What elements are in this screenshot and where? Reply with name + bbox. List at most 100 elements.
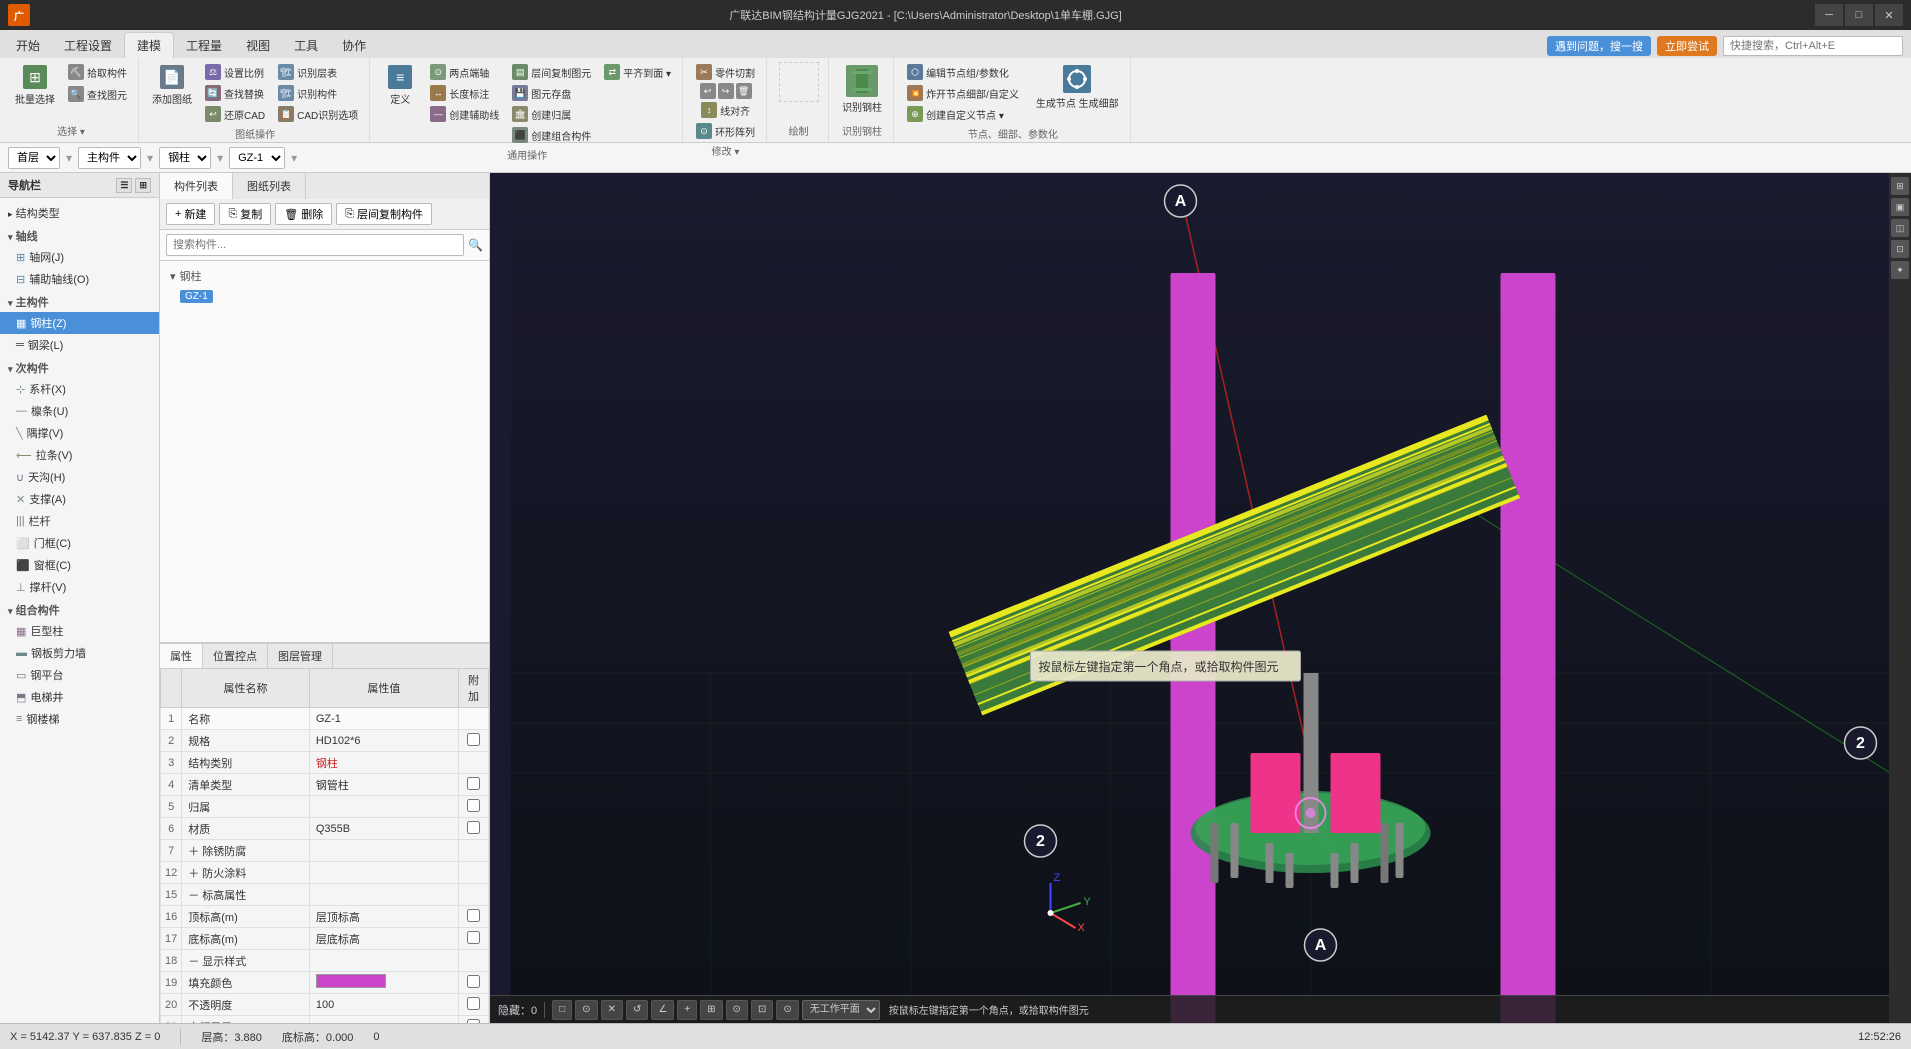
nav-item-prop[interactable]: ⊥ 撑杆(V) [0,576,159,598]
close-button[interactable]: ✕ [1875,4,1903,26]
grid-view-btn[interactable]: ⊞ [135,178,151,193]
nav-main-group[interactable]: ▾ 主构件 [0,290,159,312]
expand-12-icon[interactable]: ＋ [188,868,199,880]
floor-select[interactable]: 首层 [8,147,60,169]
nav-item-steel-platform[interactable]: ▭ 钢平台 [0,664,159,686]
redo-icon[interactable]: ↪ [718,83,734,99]
vp-grid-btn[interactable]: ⊞ [700,1000,722,1020]
vp-view-btn[interactable]: ⊙ [776,1000,798,1020]
nav-item-grid[interactable]: ⊞ 轴网(J) [0,246,159,268]
table-row[interactable]: 17 底标高(m) 层底标高 [161,928,489,950]
table-row[interactable]: 12 ＋防火涂料 [161,862,489,884]
tab-tools[interactable]: 工具 [282,33,330,58]
nav-item-door-frame[interactable]: ⬜ 门框(C) [0,532,159,554]
nav-item-steel-stair[interactable]: ≡ 钢楼梯 [0,708,159,730]
line-align-button[interactable]: ↕ 线对齐 [696,100,755,120]
nav-item-brace2[interactable]: ✕ 支撑(A) [0,488,159,510]
comp-group-steel-col[interactable]: ▾ 钢柱 [160,265,489,287]
vp-circle-btn[interactable]: ⊙ [575,1000,597,1020]
table-row[interactable]: 21 定额子目 [161,1016,489,1024]
component-select[interactable]: 钢柱 [159,147,211,169]
recognize-steel-col-button[interactable]: 识别钢柱 [837,62,887,117]
extra-check-6[interactable] [467,821,480,834]
nav-item-bar[interactable]: ⊹ 系杆(X) [0,378,159,400]
tab-component-list[interactable]: 构件列表 [160,173,233,199]
tab-modeling[interactable]: 建模 [124,32,174,58]
tab-collaborate[interactable]: 协作 [330,33,378,58]
table-row[interactable]: 18 －显示样式 [161,950,489,972]
collapse-15-icon[interactable]: － [188,890,199,902]
circular-array-button[interactable]: ⊙ 环形阵列 [691,121,760,141]
search-issue-button[interactable]: 遇到问题，搜一搜 [1547,36,1651,56]
list-view-btn[interactable]: ☰ [116,178,132,193]
nav-item-gutter[interactable]: ∪ 天沟(H) [0,466,159,488]
spec-select[interactable]: GZ-1 [229,147,285,169]
undo-icon[interactable]: ↩ [700,83,716,99]
try-now-button[interactable]: 立即尝试 [1657,36,1717,56]
component-type-select[interactable]: 主构件 [78,147,141,169]
tab-attributes[interactable]: 属性 [160,644,203,668]
extra-check-21[interactable] [467,1019,480,1024]
delete-icon[interactable]: 🗑 [736,83,752,99]
restore-cad-button[interactable]: ↩ 还原CAD [200,104,270,124]
nav-item-aux-axis[interactable]: ⊟ 辅助轴线(O) [0,268,159,290]
pick-component-button[interactable]: ⛏ 拾取构件 [63,62,132,82]
vp-x-btn[interactable]: ✕ [601,1000,623,1020]
table-row[interactable]: 6 材质 Q355B [161,818,489,840]
extra-check-4[interactable] [467,777,480,790]
nav-secondary-group[interactable]: ▾ 次构件 [0,356,159,378]
set-scale-button[interactable]: ⚖ 设置比例 [200,62,270,82]
nav-axis-group[interactable]: ▾ 轴线 [0,224,159,246]
vp-right-btn-2[interactable]: ▣ [1891,198,1909,216]
table-row[interactable]: 20 不透明度 100 [161,994,489,1016]
gen-node-button[interactable]: 生成节点 生成细部 [1031,62,1124,113]
table-row[interactable]: 2 规格 HD102*6 [161,730,489,752]
delete-component-button[interactable]: 🗑 删除 [275,203,332,225]
list-item-gz1[interactable]: GZ-1 [160,287,489,306]
minimize-button[interactable]: ─ [1815,4,1843,26]
table-row[interactable]: 15 －标高属性 [161,884,489,906]
create-aux-button[interactable]: — 创建辅助线 [425,104,504,124]
tab-position-control[interactable]: 位置控点 [203,644,268,668]
nav-item-brace1[interactable]: ╲ 隅撑(V) [0,422,159,444]
tab-drawing-list[interactable]: 图纸列表 [233,173,306,199]
explode-node-button[interactable]: 💥 炸开节点细部/自定义 [902,83,1024,103]
quick-search-input[interactable] [1723,36,1903,56]
nav-item-elevator[interactable]: ⬒ 电梯井 [0,686,159,708]
copy-component-button[interactable]: ⎘ 复制 [219,203,271,225]
create-combo-button[interactable]: ⬛ 创建组合构件 [507,125,596,145]
vp-rect-btn[interactable]: □ [552,1000,572,1020]
extra-check-2[interactable] [467,733,480,746]
nav-item-steel-col[interactable]: ▦ 钢柱(Z) [0,312,159,334]
find-replace-button[interactable]: 🔄 查找替换 [200,83,270,103]
table-row[interactable]: 5 归属 [161,796,489,818]
expand-7-icon[interactable]: ＋ [188,846,199,858]
extra-check-19[interactable] [467,975,480,988]
extra-check-20[interactable] [467,997,480,1010]
search-input[interactable] [166,234,464,256]
nav-item-tie[interactable]: ⟵ 拉条(V) [0,444,159,466]
recognize-floor-button[interactable]: 🏗 识别层表 [273,62,363,82]
nav-item-mega-col[interactable]: ▦ 巨型柱 [0,620,159,642]
edit-node-button[interactable]: ⬡ 编辑节点组/参数化 [902,62,1024,82]
vp-right-btn-1[interactable]: ⊞ [1891,177,1909,195]
batch-select-button[interactable]: ⊞ 批量选择 [10,62,60,109]
tab-project-settings[interactable]: 工程设置 [52,33,124,58]
nav-item-steel-beam[interactable]: ═ 钢梁(L) [0,334,159,356]
extra-check-17[interactable] [467,931,480,944]
floor-copy-elem-button[interactable]: ▤ 层间复制图元 [507,62,596,82]
maximize-button[interactable]: □ [1845,4,1873,26]
work-plane-select[interactable]: 无工作平面 [802,1000,880,1020]
find-element-button[interactable]: 🔍 查找图元 [63,84,132,104]
new-component-button[interactable]: + 新建 [166,203,215,225]
nav-structural-type[interactable]: ▸ 结构类型 [0,202,159,224]
vp-plus-btn[interactable]: + [677,1000,697,1020]
vp-right-btn-4[interactable]: ⊡ [1891,240,1909,258]
two-point-button[interactable]: ⊙ 两点端轴 [425,62,504,82]
tab-start[interactable]: 开始 [4,33,52,58]
vp-circ2-btn[interactable]: ⊙ [726,1000,748,1020]
define-button[interactable]: ≡ 定义 [378,62,422,109]
viewport[interactable]: A A 2 2 按鼠标左键指定第一个角点，或拾取构件图元 Z Y [490,173,1911,1023]
nav-item-railing[interactable]: ||| 栏杆 [0,510,159,532]
tab-layer-manage[interactable]: 图层管理 [268,644,333,668]
